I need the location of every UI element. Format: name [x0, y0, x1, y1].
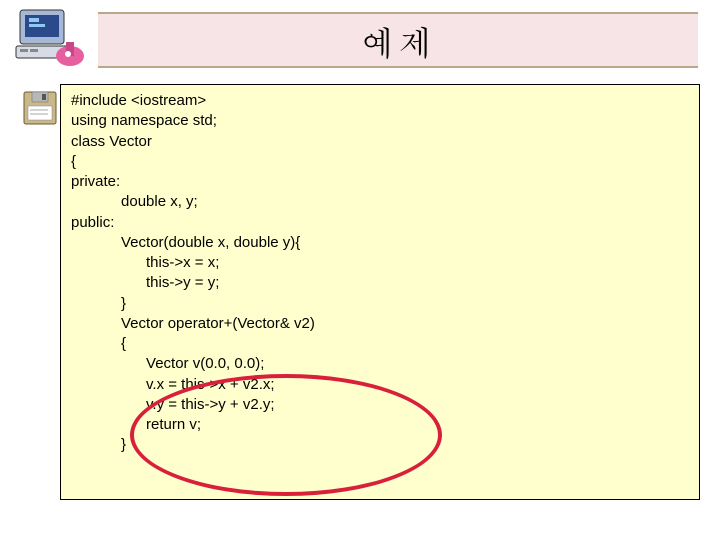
code-line: } [71, 435, 689, 455]
code-line: v.y = this->y + v2.y; [71, 395, 689, 415]
code-line: Vector v(0.0, 0.0); [71, 354, 689, 374]
code-line: v.x = this->x + v2.x; [71, 375, 689, 395]
computer-icon [10, 4, 90, 72]
floppy-disk-icon [20, 88, 60, 128]
code-line: using namespace std; [71, 111, 689, 131]
code-line: public: [71, 213, 689, 233]
code-line: Vector(double x, double y){ [71, 233, 689, 253]
code-line: this->y = y; [71, 273, 689, 293]
code-line: class Vector [71, 132, 689, 152]
code-line: } [71, 294, 689, 314]
code-line: Vector operator+(Vector& v2) [71, 314, 689, 334]
code-line: #include <iostream> [71, 91, 689, 111]
code-line: private: [71, 172, 689, 192]
code-line: this->x = x; [71, 253, 689, 273]
slide-title: 예제 [360, 16, 436, 65]
title-bar: 예제 [98, 12, 698, 68]
code-line: return v; [71, 415, 689, 435]
code-box: #include <iostream> using namespace std;… [60, 84, 700, 500]
code-line: { [71, 152, 689, 172]
slide: 예제 #include <iostream> using namespace s… [0, 0, 720, 540]
code-line: double x, y; [71, 192, 689, 212]
code-line: { [71, 334, 689, 354]
